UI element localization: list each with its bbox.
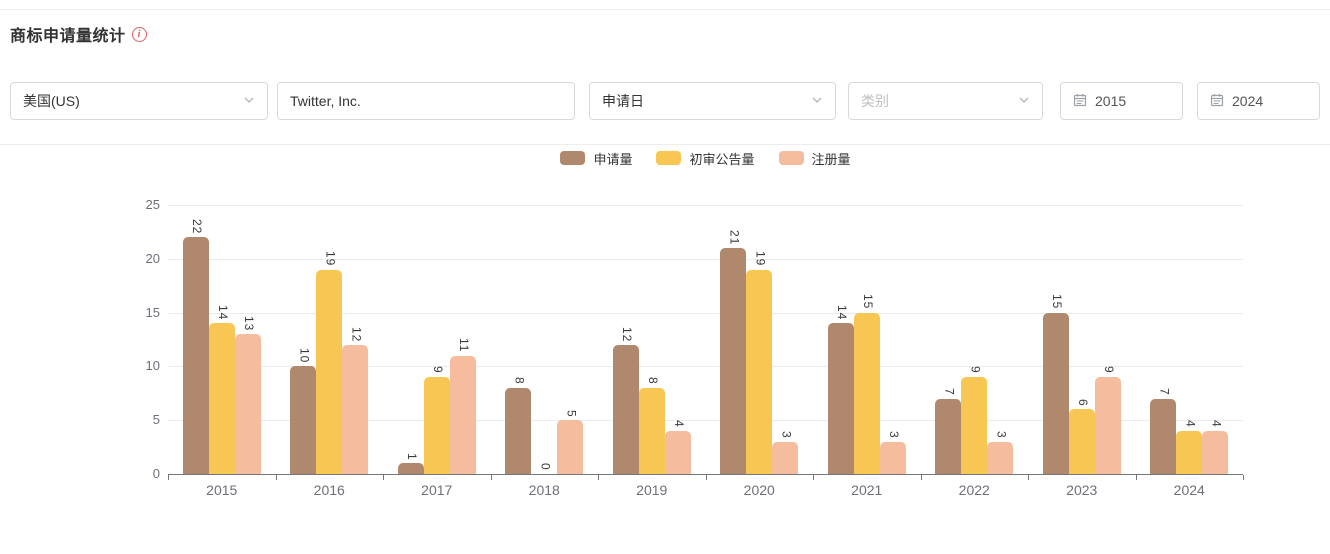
bar-注册量-2019[interactable] (664, 430, 691, 474)
bar-value-label: 12 (349, 326, 364, 342)
x-axis-tick (598, 475, 599, 480)
x-axis-label: 2015 (206, 482, 238, 498)
y-axis-label: 25 (145, 197, 160, 212)
bar-申请量-2022[interactable] (935, 398, 962, 474)
bar-注册量-2018[interactable] (557, 420, 584, 474)
y-axis-label: 10 (145, 358, 160, 374)
y-axis-label: 0 (152, 466, 160, 481)
bar-初审公告量-2016[interactable] (316, 269, 343, 474)
bar-chart: 0 5 10 15 20 25 2015 2016 2017 2018 2019 2020 2021 20… (0, 0, 1330, 554)
x-axis-label: 2018 (528, 482, 560, 498)
x-axis-label: 2023 (1066, 482, 1098, 498)
x-axis-label: 2024 (1173, 482, 1205, 498)
bar-申请量-2021[interactable] (827, 323, 854, 474)
bar-value-label: 7 (1157, 388, 1172, 396)
x-axis-tick (383, 475, 384, 480)
bar-value-label: 10 (297, 348, 312, 364)
bar-value-label: 3 (994, 431, 1009, 439)
bar-注册量-2020[interactable] (772, 441, 799, 474)
bar-初审公告量-2017[interactable] (423, 377, 450, 474)
bar-初审公告量-2023[interactable] (1068, 409, 1095, 474)
bar-value-label: 15 (860, 294, 875, 310)
bar-value-label: 3 (779, 431, 794, 439)
bar-申请量-2023[interactable] (1042, 312, 1069, 474)
bar-value-label: 4 (1209, 420, 1224, 428)
bar-value-label: 4 (671, 420, 686, 428)
bar-value-label: 13 (241, 315, 256, 332)
bar-value-label: 3 (886, 431, 901, 439)
bar-value-label: 14 (834, 305, 849, 321)
bar-申请量-2020[interactable] (720, 248, 747, 474)
bar-注册量-2017[interactable] (449, 355, 476, 474)
x-axis-tick (490, 475, 492, 480)
bar-value-label: 9 (1101, 366, 1116, 375)
x-axis-label: 2016 (313, 482, 345, 498)
bar-value-label: 11 (456, 338, 471, 353)
bar-value-label: 9 (430, 366, 445, 375)
bar-初审公告量-2024[interactable] (1176, 430, 1203, 474)
bar-value-label: 7 (942, 388, 957, 396)
x-axis-tick (1243, 475, 1244, 480)
x-axis-tick (1028, 475, 1029, 480)
bar-初审公告量-2021[interactable] (853, 312, 880, 474)
bar-value-label: 19 (323, 251, 338, 267)
bar-注册量-2021[interactable] (879, 441, 906, 474)
bar-value-label: 0 (538, 463, 553, 471)
bar-注册量-2023[interactable] (1094, 377, 1121, 474)
bar-value-label: 8 (512, 377, 527, 385)
bar-申请量-2024[interactable] (1150, 398, 1177, 474)
bar-注册量-2024[interactable] (1202, 430, 1229, 474)
bar-value-label: 12 (619, 326, 634, 342)
bar-申请量-2017[interactable] (397, 463, 424, 474)
x-axis-tick (920, 475, 922, 480)
x-axis-label: 2021 (851, 482, 883, 498)
x-axis-tick (813, 475, 814, 480)
x-axis-label: 2020 (743, 482, 775, 498)
bar-注册量-2016[interactable] (342, 344, 369, 474)
bar-申请量-2016[interactable] (290, 366, 317, 474)
y-axis-label: 20 (145, 250, 160, 266)
bar-申请量-2015[interactable] (182, 237, 209, 474)
bar-value-label: 6 (1075, 398, 1090, 407)
bar-value-label: 22 (189, 218, 204, 235)
gridline (168, 205, 1243, 206)
x-axis-tick (275, 475, 277, 480)
bar-注册量-2022[interactable] (987, 441, 1014, 474)
bar-value-label: 21 (727, 229, 742, 246)
x-axis-tick (1135, 475, 1137, 480)
x-axis-label: 2017 (421, 482, 453, 498)
x-axis-tick (705, 475, 707, 480)
x-axis-label: 2022 (958, 482, 990, 498)
y-axis-label: 5 (152, 412, 160, 428)
bar-value-label: 19 (753, 251, 768, 267)
x-axis-tick (168, 475, 169, 480)
bar-注册量-2015[interactable] (234, 334, 261, 474)
x-axis-label: 2019 (636, 482, 668, 498)
bar-初审公告量-2015[interactable] (208, 323, 235, 474)
bar-value-label: 1 (404, 452, 419, 461)
bar-value-label: 14 (215, 305, 230, 321)
bar-value-label: 5 (564, 409, 579, 418)
bar-初审公告量-2019[interactable] (638, 387, 665, 474)
bar-初审公告量-2022[interactable] (961, 377, 988, 474)
y-axis-label: 15 (145, 304, 160, 320)
bar-初审公告量-2020[interactable] (746, 269, 773, 474)
bar-value-label: 15 (1049, 294, 1064, 310)
bar-申请量-2019[interactable] (612, 344, 639, 474)
bar-value-label: 4 (1183, 420, 1198, 428)
bar-申请量-2018[interactable] (505, 387, 532, 474)
bar-value-label: 9 (968, 366, 983, 375)
bar-value-label: 8 (645, 377, 660, 385)
trademark-stats-panel: 商标申请量统计 i 美国(US) Twitter, Inc. 申请日 类别 20… (0, 0, 1330, 554)
